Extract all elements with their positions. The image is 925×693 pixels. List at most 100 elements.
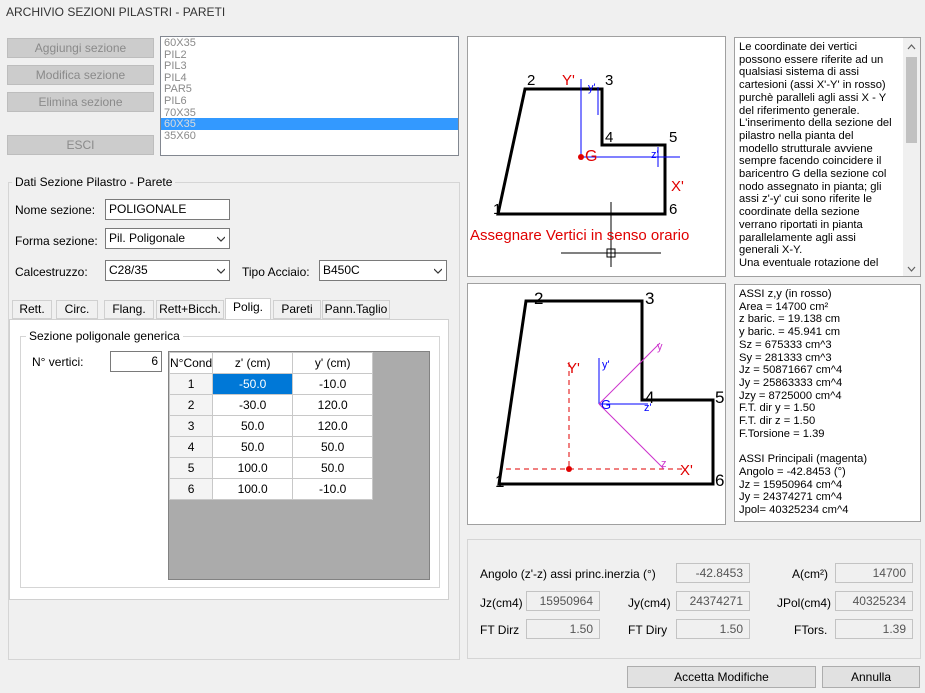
concrete-label: Calcestruzzo: bbox=[15, 265, 88, 279]
table-row: 2 -30.0 120.0 bbox=[168, 394, 374, 416]
section-list-item[interactable]: 70X35 bbox=[161, 107, 458, 119]
centroid-point bbox=[578, 154, 584, 160]
section-list-item[interactable]: PIL6 bbox=[161, 95, 458, 107]
tab-pann-taglio[interactable]: Pann.Taglio bbox=[322, 300, 390, 319]
section-drawing-top: 1 2 3 4 5 6 Y' y' z' X' G Assegnare Vert… bbox=[467, 36, 726, 277]
scroll-up-icon bbox=[907, 44, 916, 50]
vertex-label-4: 4 bbox=[605, 129, 613, 146]
row-number-cell: 3 bbox=[168, 415, 214, 437]
centroid-label: G bbox=[585, 148, 597, 165]
z-coordinate-cell[interactable]: 100.0 bbox=[212, 457, 294, 479]
table-row: 3 50.0 120.0 bbox=[168, 415, 374, 437]
shape-select[interactable]: Pil. Poligonale bbox=[105, 228, 230, 249]
section-list-item[interactable]: 35X60 bbox=[161, 130, 458, 142]
help-text-line: possono essere riferite ad un bbox=[739, 53, 884, 66]
exit-button[interactable]: ESCI bbox=[7, 135, 154, 155]
z-coordinate-cell[interactable]: -30.0 bbox=[212, 394, 294, 416]
vertices-grid[interactable]: N°Cond z' (cm) y' (cm) 1 -50.0 -10.0 2 -30.0… bbox=[168, 351, 430, 580]
jz-value: 15950964 bbox=[526, 591, 600, 611]
area-label: A(cm²) bbox=[792, 567, 828, 581]
section-data-title: Dati Sezione Pilastro - Parete bbox=[12, 175, 176, 189]
ftdiry-value: 1.50 bbox=[676, 619, 750, 639]
section-list[interactable]: 60X35 PIL2 PIL3 PIL4 PAR5 PIL6 70X35 60X35 35X60 bbox=[160, 36, 459, 156]
y-coordinate-cell[interactable]: 120.0 bbox=[292, 415, 374, 437]
property-line: Jy = 25863333 cm^4 bbox=[739, 376, 843, 389]
y-coordinate-cell[interactable]: -10.0 bbox=[292, 373, 374, 395]
name-label: Nome sezione: bbox=[15, 203, 96, 217]
add-section-button[interactable]: Aggiungi sezione bbox=[7, 38, 154, 58]
steel-label: Tipo Acciaio: bbox=[242, 265, 310, 279]
ftors-label: FTors. bbox=[794, 623, 828, 637]
y-coordinate-cell[interactable]: 50.0 bbox=[292, 457, 374, 479]
property-line: Jpol= 40325234 cm^4 bbox=[739, 503, 849, 516]
steel-select[interactable]: B450C bbox=[319, 260, 447, 281]
axis-label-y-blue: y' bbox=[588, 82, 596, 94]
section-list-item[interactable]: PAR5 bbox=[161, 83, 458, 96]
y-coordinate-cell[interactable]: -10.0 bbox=[292, 478, 374, 500]
col-header-y: y' (cm) bbox=[292, 352, 374, 374]
vertex-label-6: 6 bbox=[669, 201, 677, 218]
help-text-line: verrano riportati in pianta bbox=[739, 218, 863, 231]
delete-section-button[interactable]: Elimina sezione bbox=[7, 92, 154, 112]
z-coordinate-cell[interactable]: 50.0 bbox=[212, 415, 294, 437]
origin-point bbox=[566, 466, 572, 472]
vertex-label-5: 5 bbox=[669, 129, 677, 146]
z-coordinate-cell[interactable]: 100.0 bbox=[212, 478, 294, 500]
principal-axes-preview: 1 2 3 4 5 6 Y' y' z' X' y z G bbox=[495, 289, 724, 491]
vertex-label-2: 2 bbox=[534, 289, 543, 308]
section-outline bbox=[497, 299, 715, 486]
col-header-z: z' (cm) bbox=[212, 352, 294, 374]
help-text-line: assi z'-y' cui sono riferite le bbox=[739, 193, 872, 206]
row-number-cell: 4 bbox=[168, 436, 214, 458]
section-list-item[interactable]: 60X35 bbox=[161, 118, 458, 130]
cancel-button[interactable]: Annulla bbox=[822, 666, 920, 688]
help-text-line: Una eventuale rotazione del bbox=[739, 256, 879, 269]
y-coordinate-cell[interactable]: 50.0 bbox=[292, 436, 374, 458]
property-line: Jz = 50871667 cm^4 bbox=[739, 364, 843, 377]
z-coordinate-cell[interactable]: 50.0 bbox=[212, 436, 294, 458]
tab-polig[interactable]: Polig. bbox=[225, 298, 271, 320]
axis-label-y-magenta: y bbox=[657, 341, 663, 353]
section-list-item[interactable]: 60X35 bbox=[161, 37, 458, 49]
chevron-down-icon bbox=[217, 268, 225, 274]
axis-label-Y-red: Y' bbox=[562, 72, 575, 89]
name-input[interactable]: POLIGONALE bbox=[105, 199, 230, 220]
axis-z-magenta bbox=[598, 403, 665, 470]
tab-circ[interactable]: Circ. bbox=[56, 300, 98, 319]
z-coordinate-cell[interactable]: -50.0 bbox=[212, 373, 294, 395]
angle-value: -42.8453 bbox=[676, 563, 750, 583]
y-coordinate-cell[interactable]: 120.0 bbox=[292, 394, 374, 416]
vertex-label-1: 1 bbox=[493, 201, 501, 218]
steel-value: B450C bbox=[323, 263, 360, 277]
vertices-input[interactable]: 6 bbox=[110, 351, 162, 372]
tab-rett[interactable]: Rett. bbox=[12, 300, 52, 319]
polygon-preview: 1 2 3 4 5 6 Y' y' z' X' G Assegnare Vert… bbox=[470, 72, 689, 267]
ftdiry-label: FT Diry bbox=[628, 623, 668, 637]
ftdirz-value: 1.50 bbox=[526, 619, 600, 639]
property-line: Sy = 281333 cm^3 bbox=[739, 351, 832, 364]
concrete-select[interactable]: C28/35 bbox=[105, 260, 230, 281]
table-row: 5 100.0 50.0 bbox=[168, 457, 374, 479]
help-text: Le coordinate dei vertici possono essere … bbox=[739, 41, 898, 270]
help-textbox[interactable]: Le coordinate dei vertici possono essere … bbox=[734, 37, 921, 277]
shape-value: Pil. Poligonale bbox=[109, 231, 186, 245]
tab-pareti[interactable]: Pareti bbox=[273, 300, 321, 319]
tab-flang[interactable]: Flang. bbox=[104, 300, 154, 319]
modify-section-button[interactable]: Modifica sezione bbox=[7, 65, 154, 85]
centroid-label: G bbox=[601, 397, 611, 412]
help-text-line: parallelamente agli assi bbox=[739, 231, 856, 244]
section-list-item[interactable]: PIL2 bbox=[161, 49, 458, 61]
tab-rett-bicch[interactable]: Rett+Bicch. bbox=[156, 300, 224, 319]
properties-textbox[interactable]: ASSI z,y (in rosso) Area = 14700 cm² z bar… bbox=[734, 284, 921, 522]
help-scrollbar[interactable] bbox=[903, 38, 920, 276]
section-list-item[interactable]: PIL3 bbox=[161, 60, 458, 72]
accept-changes-button[interactable]: Accetta Modifiche bbox=[627, 666, 816, 688]
jpol-value: 40325234 bbox=[835, 591, 913, 611]
section-list-item[interactable]: PIL4 bbox=[161, 72, 458, 84]
table-row: 1 -50.0 -10.0 bbox=[168, 373, 374, 395]
table-row: 6 100.0 -10.0 bbox=[168, 478, 374, 500]
property-line: Jzy = 8725000 cm^4 bbox=[739, 389, 842, 402]
axis-label-Y-red: Y' bbox=[567, 360, 580, 377]
help-text-line: del riferimento generale. bbox=[739, 104, 860, 117]
jy-label: Jy(cm4) bbox=[628, 596, 671, 610]
